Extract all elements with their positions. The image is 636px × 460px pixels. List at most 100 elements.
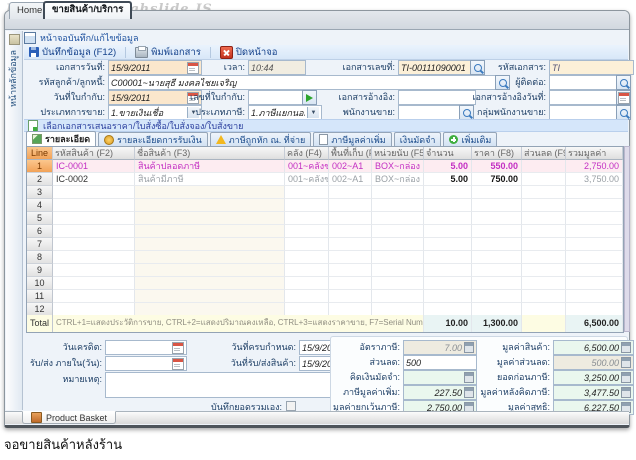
grid-cell[interactable] [566,251,623,264]
row-number-cell[interactable]: 8 [27,251,53,264]
ref-doc-date-input[interactable] [549,90,621,105]
grid-cell[interactable] [522,160,566,173]
grid-cell[interactable] [329,238,372,251]
grid-cell[interactable]: 002~A1 [329,173,372,186]
grid-cell[interactable] [285,225,329,238]
row-number-cell[interactable]: 9 [27,264,53,277]
grid-header[interactable]: หน่วยนับ (F5) [372,147,424,160]
grid-cell[interactable] [135,264,285,277]
grid-cell[interactable] [566,277,623,290]
grid-cell[interactable]: 2,750.00 [566,160,623,173]
grid-cell[interactable] [424,238,472,251]
within-days-input[interactable] [105,356,187,371]
close-button[interactable]: ปิดหน้าจอ [215,46,283,59]
deposit-input[interactable] [403,370,477,385]
grid-cell[interactable] [372,290,424,303]
grid-cell[interactable] [472,277,522,290]
discount-input[interactable]: 500 [403,355,477,370]
grid-cell[interactable] [135,277,285,290]
grid-cell[interactable] [372,186,424,199]
row-number-cell[interactable]: 11 [27,290,53,303]
after-tax-input[interactable]: 3,477.50 [553,385,634,400]
doc-no-search-button[interactable] [470,60,485,75]
tab-detail[interactable]: รายละเอียด [26,131,96,146]
grid-cell[interactable] [135,251,285,264]
manual-total-checkbox[interactable] [286,401,296,411]
row-number-cell[interactable]: 2 [27,173,53,186]
grid-cell[interactable] [472,290,522,303]
grid-header[interactable]: ชื่อสินค้า (F3) [135,147,285,160]
save-button[interactable]: บันทึกข้อมูล (F12) [24,46,121,59]
grid-cell[interactable] [522,251,566,264]
grid-cell[interactable] [53,251,135,264]
grid-cell[interactable] [372,199,424,212]
grid-header[interactable]: จำนวน [424,147,472,160]
grid-cell[interactable] [424,251,472,264]
grid-cell[interactable] [472,251,522,264]
grid-cell[interactable] [372,238,424,251]
grid-cell[interactable] [522,264,566,277]
tax-type-select[interactable]: 1.ภาษีแยกนอก▼ [248,105,322,120]
grid-header[interactable]: คลัง (F4) [285,147,329,160]
grid-cell[interactable] [329,225,372,238]
row-number-cell[interactable]: 6 [27,225,53,238]
grid-cell[interactable]: IC-0001 [53,160,135,173]
grid-cell[interactable]: 5.00 [424,173,472,186]
doc-no-input[interactable]: TI-00111090001 [398,60,476,75]
grid-cell[interactable]: 002~A1 [329,160,372,173]
grid-cell[interactable] [53,186,135,199]
grid-cell[interactable] [329,290,372,303]
grid-cell[interactable] [522,199,566,212]
grid-cell[interactable] [566,212,623,225]
row-number-cell[interactable]: 3 [27,186,53,199]
grid-cell[interactable] [53,199,135,212]
ref-doc-date-calendar-button[interactable] [616,90,631,105]
grid-cell[interactable] [372,225,424,238]
grid-header[interactable]: ราคา (F8) [472,147,522,160]
tab-deposit[interactable]: เงินมัดจำ [394,132,442,146]
grid-header[interactable]: พื้นที่เก็บ (F4) [329,147,372,160]
grid-cell[interactable] [135,199,285,212]
grid-cell[interactable] [285,238,329,251]
grid-cell[interactable] [424,212,472,225]
grid-cell[interactable] [472,264,522,277]
row-number-cell[interactable]: 5 [27,212,53,225]
row-number-cell[interactable]: 7 [27,238,53,251]
contact-search-button[interactable] [616,75,631,90]
grid-cell[interactable]: BOX~กล่อง [372,160,424,173]
grid-cell[interactable]: 5.00 [424,160,472,173]
grid-cell[interactable] [135,186,285,199]
grid-header[interactable]: รหัสสินค้า (F2) [53,147,135,160]
grid-cell[interactable]: 3,750.00 [566,173,623,186]
grid-vertical-scrollbar[interactable] [624,146,630,332]
grid-cell[interactable] [424,264,472,277]
grid-cell[interactable] [566,186,623,199]
grid-cell[interactable] [522,290,566,303]
calendar-icon[interactable] [172,342,184,354]
grid-cell[interactable] [285,186,329,199]
calendar-icon[interactable] [172,358,184,370]
tab-withholding-tax[interactable]: ภาษีถูกหัก ณ. ที่จ่าย [210,132,312,146]
grid-cell[interactable] [372,277,424,290]
grid-cell[interactable] [285,212,329,225]
grid-cell[interactable] [329,277,372,290]
salesman-group-input[interactable] [549,105,621,120]
print-button[interactable]: พิมพ์เอกสาร [130,46,206,59]
grid-cell[interactable]: 001~คลังขาย [285,173,329,186]
grid-cell[interactable] [53,277,135,290]
tab-vat[interactable]: ภาษีมูลค่าเพิ่ม [313,132,391,146]
grid-cell[interactable] [424,199,472,212]
grid-cell[interactable] [285,290,329,303]
row-number-cell[interactable]: 10 [27,277,53,290]
grid-cell[interactable] [329,199,372,212]
grid-cell[interactable] [53,238,135,251]
grid-cell[interactable] [53,225,135,238]
grid-cell[interactable] [472,225,522,238]
grid-cell[interactable] [329,251,372,264]
tab-payment-detail[interactable]: รายละเอียดการรับเงิน [98,132,208,146]
invoice-no-input[interactable] [248,90,306,105]
grid-cell[interactable] [285,251,329,264]
grid-cell[interactable] [329,212,372,225]
grid-cell[interactable] [472,238,522,251]
grid-cell[interactable] [135,212,285,225]
